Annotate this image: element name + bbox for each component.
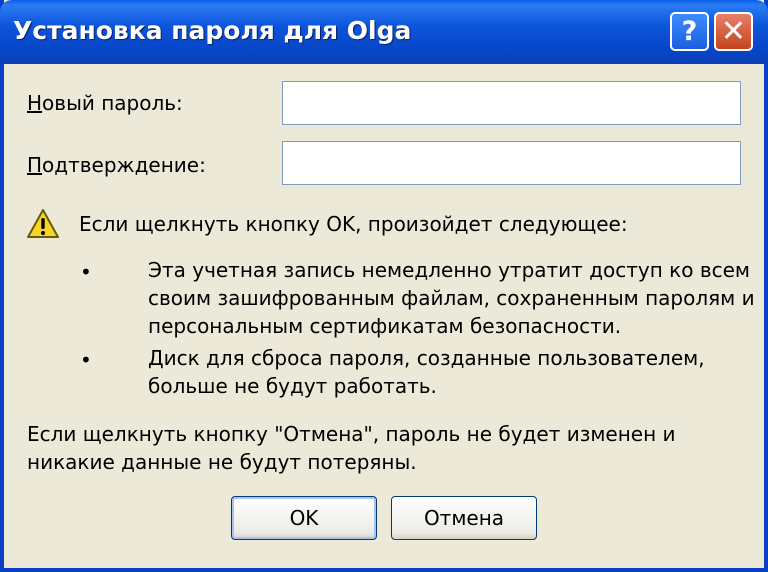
warning-heading: Если щелкнуть кнопку OK, произойдет след… <box>79 212 628 236</box>
title-bar[interactable]: Установка пароля для Olga ? ✕ <box>0 0 768 64</box>
confirm-label-text: одтверждение: <box>42 153 206 177</box>
new-password-label: Новый пароль: <box>27 91 183 115</box>
confirm-accel: П <box>27 153 43 177</box>
help-button[interactable]: ? <box>670 12 709 51</box>
warning-icon <box>27 209 59 238</box>
cancel-button[interactable]: Отмена <box>391 496 537 540</box>
new-password-input[interactable] <box>282 81 741 125</box>
new-password-accel: Н <box>27 91 43 115</box>
bullet-mark: • <box>80 260 92 284</box>
confirm-password-label: Подтверждение: <box>27 153 206 177</box>
confirm-password-input[interactable] <box>282 141 741 185</box>
bullet-mark: • <box>80 348 92 372</box>
window-title: Установка пароля для Olga <box>13 16 412 45</box>
cancel-note: Если щелкнуть кнопку "Отмена", пароль не… <box>27 422 676 474</box>
help-icon: ? <box>681 16 698 47</box>
warning-bullet-2: Диск для сброса пароля, созданные пользо… <box>148 346 705 398</box>
new-password-label-text: овый пароль: <box>42 91 183 115</box>
close-button[interactable]: ✕ <box>714 12 753 51</box>
warning-bullet-1: Эта учетная запись немедленно утратит до… <box>148 258 755 338</box>
close-icon: ✕ <box>720 14 747 49</box>
ok-button[interactable]: OK <box>231 496 377 540</box>
